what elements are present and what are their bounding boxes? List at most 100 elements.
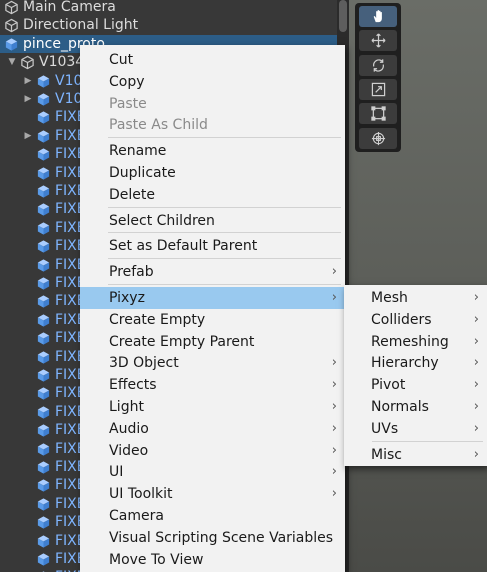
chevron-right-icon: ›: [331, 442, 337, 458]
menu-item-pivot[interactable]: Pivot ›: [344, 374, 487, 396]
hierarchy-row[interactable]: Main Camera: [0, 0, 337, 16]
menu-item-label: Colliders: [371, 311, 432, 328]
prefab-cube-icon: [36, 331, 51, 346]
menu-item-select-children[interactable]: Select Children: [80, 210, 345, 232]
prefab-cube-icon: [36, 258, 51, 273]
prefab-cube-icon: [36, 368, 51, 383]
expand-arrow-down-icon[interactable]: ▼: [7, 53, 17, 71]
prefab-cube-icon: [36, 497, 51, 512]
menu-item-label: Pivot: [371, 377, 406, 394]
rotate-tool-icon: [359, 58, 397, 73]
menu-item-delete[interactable]: Delete: [80, 184, 345, 206]
prefab-cube-icon: [36, 405, 51, 420]
menu-item-label: Mesh: [371, 290, 408, 306]
chevron-right-icon: ›: [473, 355, 479, 371]
menu-item-ui[interactable]: UI ›: [80, 461, 345, 483]
prefab-cube-icon: [36, 350, 51, 365]
hierarchy-row-label: V10: [55, 91, 83, 107]
menu-item-cut[interactable]: Cut: [80, 49, 345, 71]
menu-item-label: Normals: [371, 399, 429, 415]
menu-item-label: Duplicate: [109, 165, 176, 181]
prefab-cube-icon: [36, 460, 51, 475]
menu-item-paste: Paste: [80, 93, 345, 115]
menu-item-paste-as-child: Paste As Child: [80, 114, 345, 136]
menu-item-prefab[interactable]: Prefab ›: [80, 261, 345, 283]
menu-item-video[interactable]: Video ›: [80, 440, 345, 462]
menu-item-label: Create Empty Parent: [109, 333, 255, 350]
menu-item-duplicate[interactable]: Duplicate: [80, 162, 345, 184]
menu-item-audio[interactable]: Audio ›: [80, 418, 345, 440]
prefab-cube-icon: [36, 534, 51, 549]
menu-item-label: Visual Scripting Scene Variables: [109, 529, 334, 546]
chevron-right-icon: ›: [473, 333, 479, 349]
menu-item-label: Prefab: [109, 264, 154, 281]
prefab-cube-icon: [36, 276, 51, 291]
menu-item-label: 3D Object: [109, 355, 179, 372]
menu-item-remeshing[interactable]: Remeshing ›: [344, 331, 487, 353]
expand-arrow-right-icon[interactable]: ▶: [23, 72, 33, 90]
menu-item-label: UI: [109, 464, 124, 481]
gameobject-cube-icon: [4, 18, 19, 33]
expand-arrow-right-icon[interactable]: ▶: [23, 127, 33, 145]
prefab-cube-icon: [36, 74, 51, 89]
menu-item-normals[interactable]: Normals ›: [344, 396, 487, 418]
menu-item-label: UI Toolkit: [109, 486, 173, 503]
menu-separator: [108, 258, 341, 260]
menu-item-label: Camera: [109, 508, 164, 524]
chevron-right-icon: ›: [473, 377, 479, 393]
menu-item-camera[interactable]: Camera: [80, 505, 345, 527]
menu-item-mesh[interactable]: Mesh ›: [344, 287, 487, 309]
pixyz-submenu: Mesh › Colliders › Remeshing › Hierarchy › Pivot…: [344, 285, 487, 466]
gameobject-cube-icon: [20, 55, 35, 70]
menu-item-colliders[interactable]: Colliders ›: [344, 309, 487, 331]
chevron-right-icon: ›: [473, 311, 479, 327]
prefab-cube-icon: [36, 423, 51, 438]
menu-item-effects[interactable]: Effects ›: [80, 374, 345, 396]
hierarchy-row-label: V10: [55, 72, 83, 89]
menu-item-rename[interactable]: Rename: [80, 140, 345, 162]
menu-item-copy[interactable]: Copy: [80, 71, 345, 93]
menu-separator: [108, 206, 341, 208]
menu-item-misc[interactable]: Misc ›: [344, 444, 487, 466]
menu-item-label: UVs: [371, 420, 399, 437]
menu-item-set-as-default-parent[interactable]: Set as Default Parent: [80, 235, 345, 257]
chevron-right-icon: ›: [331, 290, 337, 305]
menu-item-hierarchy[interactable]: Hierarchy ›: [344, 352, 487, 374]
menu-item-light[interactable]: Light ›: [80, 396, 345, 418]
hierarchy-row-label: Directional Light: [23, 17, 139, 34]
menu-item-3d-object[interactable]: 3D Object ›: [80, 352, 345, 374]
transform-tool-button[interactable]: [359, 127, 397, 149]
scene-tools-toolbar: [355, 3, 401, 152]
chevron-right-icon: ›: [473, 446, 479, 462]
expand-arrow-right-icon[interactable]: ▶: [23, 90, 33, 108]
chevron-right-icon: ›: [473, 420, 479, 436]
scale-tool-button[interactable]: [359, 78, 397, 100]
rect-tool-button[interactable]: [359, 103, 397, 125]
menu-item-label: Effects: [109, 377, 157, 394]
chevron-right-icon: ›: [331, 377, 337, 393]
menu-item-ui-toolkit[interactable]: UI Toolkit ›: [80, 483, 345, 505]
hand-tool-button[interactable]: [359, 6, 397, 27]
prefab-cube-icon: [36, 221, 51, 236]
hierarchy-scroll-thumb[interactable]: [339, 0, 347, 32]
menu-item-pixyz[interactable]: Pixyz ›: [80, 287, 345, 309]
prefab-cube-icon: [36, 110, 51, 125]
menu-item-visual-scripting-scene-variables[interactable]: Visual Scripting Scene Variables: [80, 527, 345, 549]
menu-item-create-empty[interactable]: Create Empty: [80, 309, 345, 331]
prefab-cube-icon: [36, 515, 51, 530]
menu-separator: [372, 440, 483, 442]
rect-tool-icon: [359, 106, 397, 121]
hierarchy-row[interactable]: Directional Light: [0, 16, 337, 34]
menu-item-label: Paste As Child: [109, 117, 208, 134]
menu-item-move-to-view[interactable]: Move To View: [80, 549, 345, 571]
hand-tool-icon: [359, 9, 397, 24]
move-tool-button[interactable]: [359, 30, 397, 52]
rotate-tool-button[interactable]: [359, 54, 397, 76]
prefab-cube-icon: [36, 184, 51, 199]
menu-item-label: Create Empty: [109, 311, 206, 328]
menu-item-label: Hierarchy: [371, 355, 439, 372]
prefab-cube-icon: [36, 294, 51, 309]
menu-item-label: Light: [109, 399, 144, 415]
menu-item-uvs[interactable]: UVs ›: [344, 418, 487, 440]
menu-item-create-empty-parent[interactable]: Create Empty Parent: [80, 331, 345, 353]
